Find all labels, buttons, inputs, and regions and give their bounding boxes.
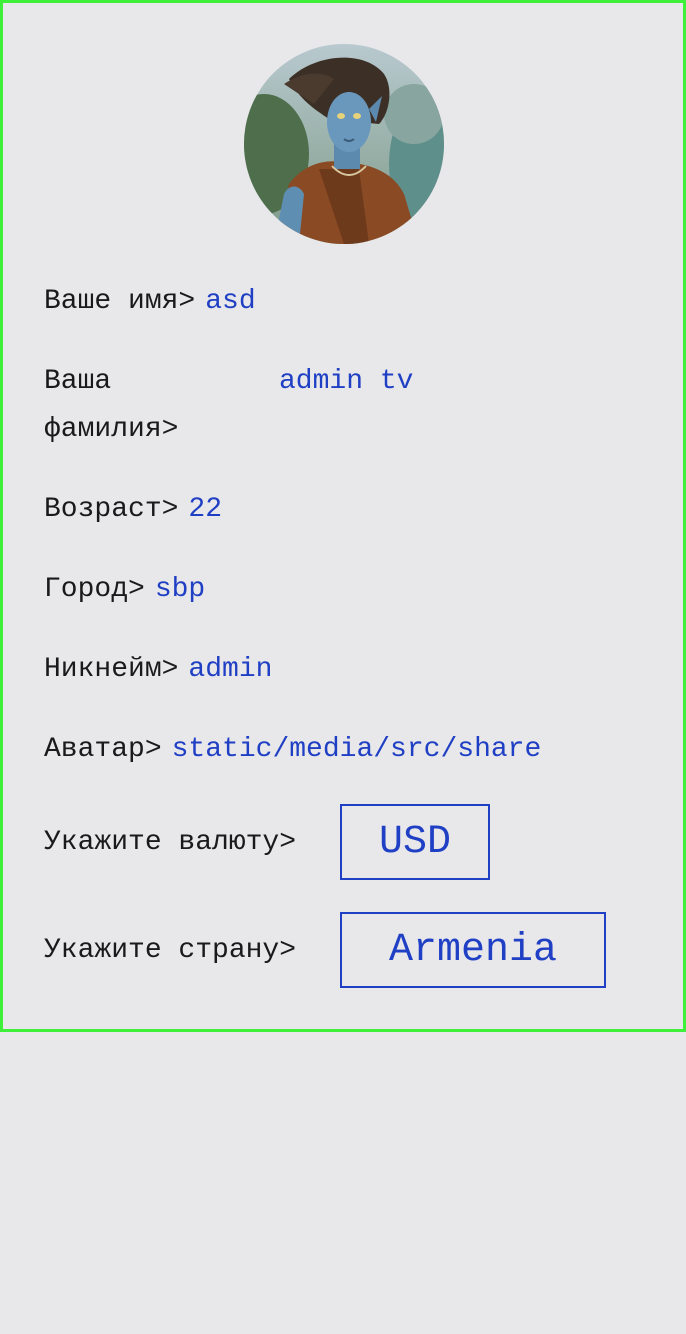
avatar[interactable] bbox=[244, 44, 444, 244]
nickname-value[interactable]: admin bbox=[188, 654, 272, 685]
age-label: Возраст> bbox=[44, 494, 179, 525]
avatar-path-value[interactable]: static/media/src/share bbox=[172, 726, 576, 774]
surname-value[interactable]: admin tv bbox=[279, 358, 413, 406]
avatar-path-row: Аватар> static/media/src/share bbox=[44, 726, 576, 774]
currency-row: Укажите валюту> bbox=[44, 804, 296, 880]
age-row: Возраст> 22 bbox=[44, 486, 222, 534]
profile-card: Ваше имя> asd Ваша фамилия> admin tv Возр… bbox=[0, 0, 686, 1032]
currency-select-value: USD bbox=[378, 819, 451, 865]
country-row: Укажите страну> bbox=[44, 912, 296, 988]
city-row: Город> sbp bbox=[44, 566, 205, 614]
currency-label: Укажите валюту> bbox=[44, 826, 297, 858]
nickname-label: Никнейм> bbox=[44, 654, 179, 685]
age-value[interactable]: 22 bbox=[188, 494, 222, 525]
name-row: Ваше имя> asd bbox=[44, 278, 256, 326]
city-label: Город> bbox=[44, 574, 145, 605]
city-value[interactable]: sbp bbox=[155, 574, 205, 605]
surname-row: Ваша фамилия> admin tv bbox=[44, 358, 604, 454]
country-select[interactable]: Armenia bbox=[340, 912, 606, 988]
surname-label: Ваша фамилия> bbox=[44, 366, 179, 445]
name-label: Ваше имя> bbox=[44, 286, 196, 317]
avatar-path-label: Аватар> bbox=[44, 734, 162, 765]
country-label: Укажите страну> bbox=[44, 934, 297, 966]
name-value[interactable]: asd bbox=[205, 286, 255, 317]
currency-select[interactable]: USD bbox=[340, 804, 490, 880]
nickname-row: Никнейм> admin bbox=[44, 646, 272, 694]
avatar-image bbox=[244, 44, 444, 244]
country-select-value: Armenia bbox=[388, 927, 558, 973]
